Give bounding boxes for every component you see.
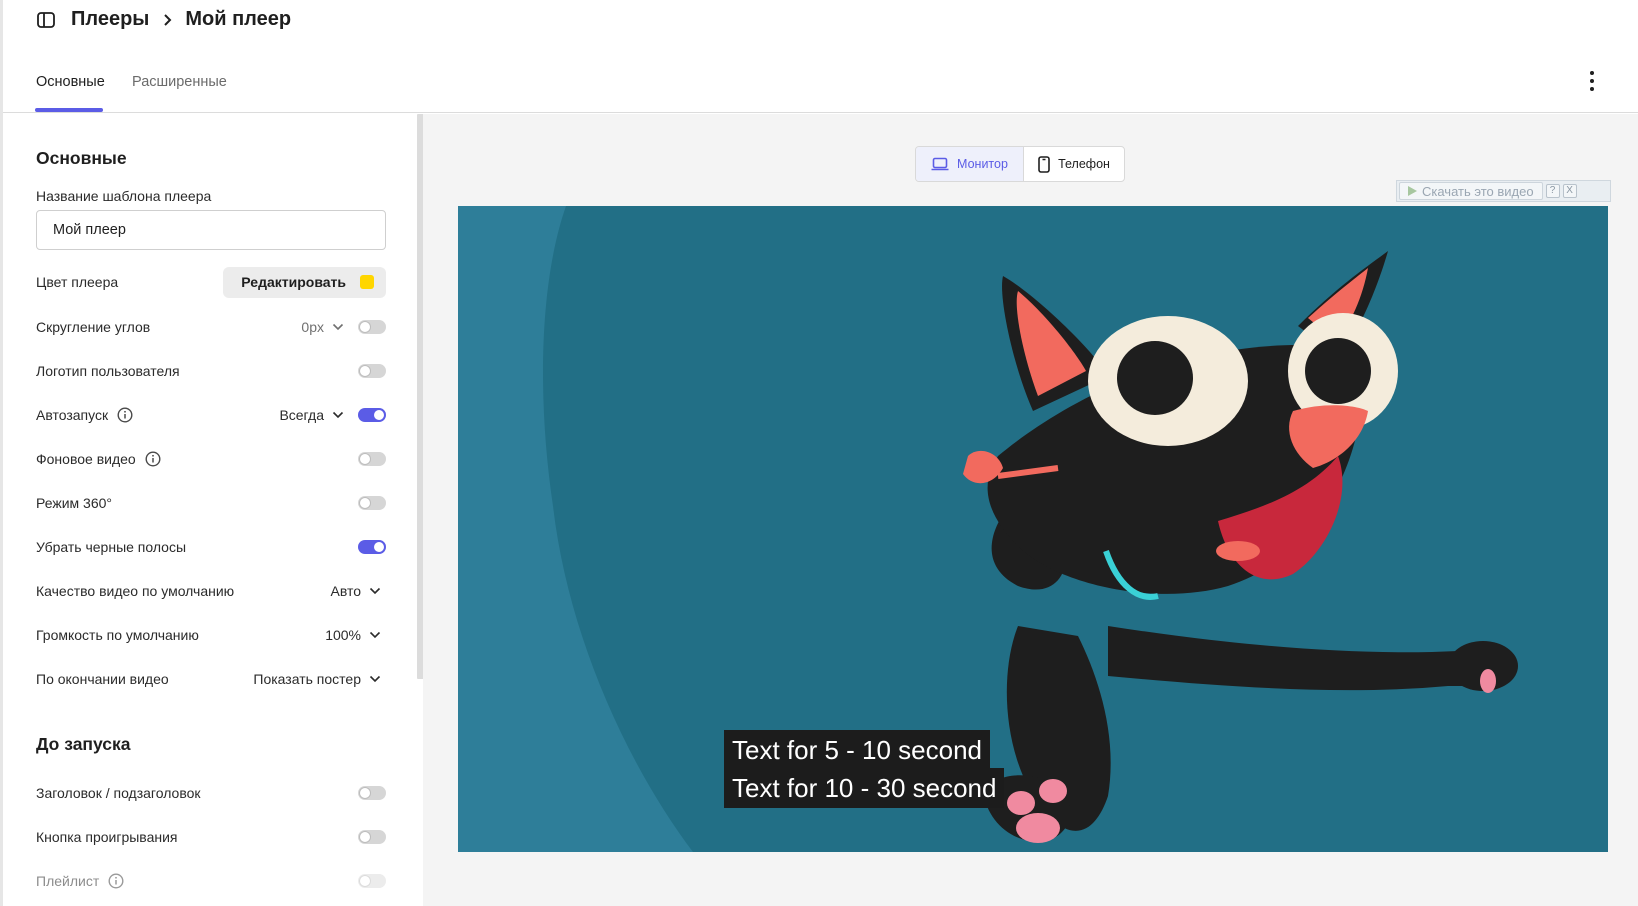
chevron-down-icon xyxy=(369,587,381,595)
autoplay-value: Всегда xyxy=(279,407,324,423)
default-quality-select[interactable]: Авто xyxy=(330,583,381,599)
mode360-row: Режим 360° xyxy=(36,491,386,515)
template-name-input[interactable] xyxy=(36,210,386,250)
player-color-label: Цвет плеера xyxy=(36,274,119,290)
default-quality-row: Качество видео по умолчанию Авто xyxy=(36,579,381,603)
phone-icon xyxy=(1038,155,1050,173)
playlist-label: Плейлист xyxy=(36,873,100,889)
breadcrumb: Плееры Мой плеер xyxy=(71,8,291,31)
on-end-row: По окончании видео Показать постер xyxy=(36,667,381,691)
remove-black-bars-label: Убрать черные полосы xyxy=(36,539,187,555)
laptop-icon xyxy=(931,157,949,171)
corner-rounding-label: Скругление углов xyxy=(36,319,151,335)
user-logo-label: Логотип пользователя xyxy=(36,363,180,379)
background-video-row: Фоновое видео xyxy=(36,447,386,471)
playlist-toggle[interactable] xyxy=(358,874,386,888)
title-subtitle-label: Заголовок / подзаголовок xyxy=(36,785,201,801)
download-video-button[interactable]: Скачать это видео xyxy=(1399,182,1543,200)
chevron-down-icon xyxy=(332,323,344,331)
color-swatch xyxy=(360,275,374,289)
playlist-row: Плейлист xyxy=(36,869,386,893)
video-player[interactable]: Text for 5 - 10 second Text for 10 - 30 … xyxy=(458,206,1608,852)
section-title-prelaunch: До запуска xyxy=(36,734,131,754)
tab-advanced[interactable]: Расширенные xyxy=(132,74,227,90)
corner-rounding-row: Скругление углов 0px xyxy=(36,315,386,339)
autoplay-label: Автозапуск xyxy=(36,407,109,423)
title-subtitle-row: Заголовок / подзаголовок xyxy=(36,781,386,805)
player-color-row: Цвет плеера Редактировать xyxy=(36,266,386,298)
play-button-toggle[interactable] xyxy=(358,830,386,844)
more-options-icon[interactable] xyxy=(1584,70,1600,92)
autoplay-toggle[interactable] xyxy=(358,408,386,422)
autoplay-select[interactable]: Всегда xyxy=(279,407,344,423)
download-close-button[interactable]: X xyxy=(1562,184,1577,198)
chevron-down-icon xyxy=(369,675,381,683)
default-volume-label: Громкость по умолчанию xyxy=(36,627,199,643)
default-quality-value: Авто xyxy=(330,583,361,599)
chevron-down-icon xyxy=(369,631,381,639)
download-video-bar: Скачать это видео ? X xyxy=(1396,180,1611,202)
breadcrumb-root[interactable]: Плееры xyxy=(71,8,149,31)
device-phone-button[interactable]: Телефон xyxy=(1024,147,1124,181)
tab-main[interactable]: Основные xyxy=(36,74,105,90)
mode360-toggle[interactable] xyxy=(358,496,386,510)
autoplay-row: Автозапуск Всегда xyxy=(36,403,386,427)
subtitle-line-1: Text for 5 - 10 second xyxy=(724,730,991,770)
mode360-label: Режим 360° xyxy=(36,495,113,511)
remove-black-bars-toggle[interactable] xyxy=(358,540,386,554)
subtitle-line-2: Text for 10 - 30 second xyxy=(724,768,1005,808)
default-quality-label: Качество видео по умолчанию xyxy=(36,583,235,599)
tab-bar: Основные Расширенные xyxy=(3,60,1638,113)
sidebar-toggle-icon[interactable] xyxy=(36,11,56,29)
play-button-label: Кнопка проигрывания xyxy=(36,829,178,845)
play-triangle-icon xyxy=(1406,185,1418,197)
background-video-toggle[interactable] xyxy=(358,452,386,466)
on-end-label: По окончании видео xyxy=(36,671,169,687)
active-tab-indicator xyxy=(35,108,103,112)
device-monitor-button[interactable]: Монитор xyxy=(916,147,1024,181)
device-phone-label: Телефон xyxy=(1058,157,1110,171)
breadcrumb-current: Мой плеер xyxy=(185,8,292,30)
title-subtitle-toggle[interactable] xyxy=(358,786,386,800)
default-volume-row: Громкость по умолчанию 100% xyxy=(36,623,381,647)
remove-black-bars-row: Убрать черные полосы xyxy=(36,535,386,559)
user-logo-row: Логотип пользователя xyxy=(36,359,386,383)
section-title-main: Основные xyxy=(36,148,127,168)
chevron-down-icon xyxy=(332,411,344,419)
video-frame-image xyxy=(458,206,1608,852)
on-end-select[interactable]: Показать постер xyxy=(253,671,381,687)
corner-rounding-value: 0px xyxy=(301,319,324,335)
device-switch: Монитор Телефон xyxy=(915,146,1125,182)
download-help-button[interactable]: ? xyxy=(1545,184,1560,198)
default-volume-value: 100% xyxy=(325,627,361,643)
info-icon[interactable] xyxy=(145,451,161,467)
device-monitor-label: Монитор xyxy=(957,157,1008,171)
edit-color-label: Редактировать xyxy=(241,274,346,290)
info-icon[interactable] xyxy=(108,873,124,889)
play-button-row: Кнопка проигрывания xyxy=(36,825,386,849)
app-window: Плееры Мой плеер Основные Расширенные Ос… xyxy=(0,0,1638,906)
download-video-label: Скачать это видео xyxy=(1422,183,1534,199)
corner-rounding-toggle[interactable] xyxy=(358,320,386,334)
default-volume-select[interactable]: 100% xyxy=(325,627,381,643)
corner-rounding-select[interactable]: 0px xyxy=(301,319,344,335)
template-name-label: Название шаблона плеера xyxy=(36,188,212,204)
background-video-label: Фоновое видео xyxy=(36,451,136,467)
edit-color-button[interactable]: Редактировать xyxy=(223,266,386,298)
on-end-value: Показать постер xyxy=(253,671,361,687)
chevron-right-icon xyxy=(163,13,173,27)
info-icon[interactable] xyxy=(117,407,133,423)
header: Плееры Мой плеер xyxy=(3,0,1638,42)
user-logo-toggle[interactable] xyxy=(358,364,386,378)
